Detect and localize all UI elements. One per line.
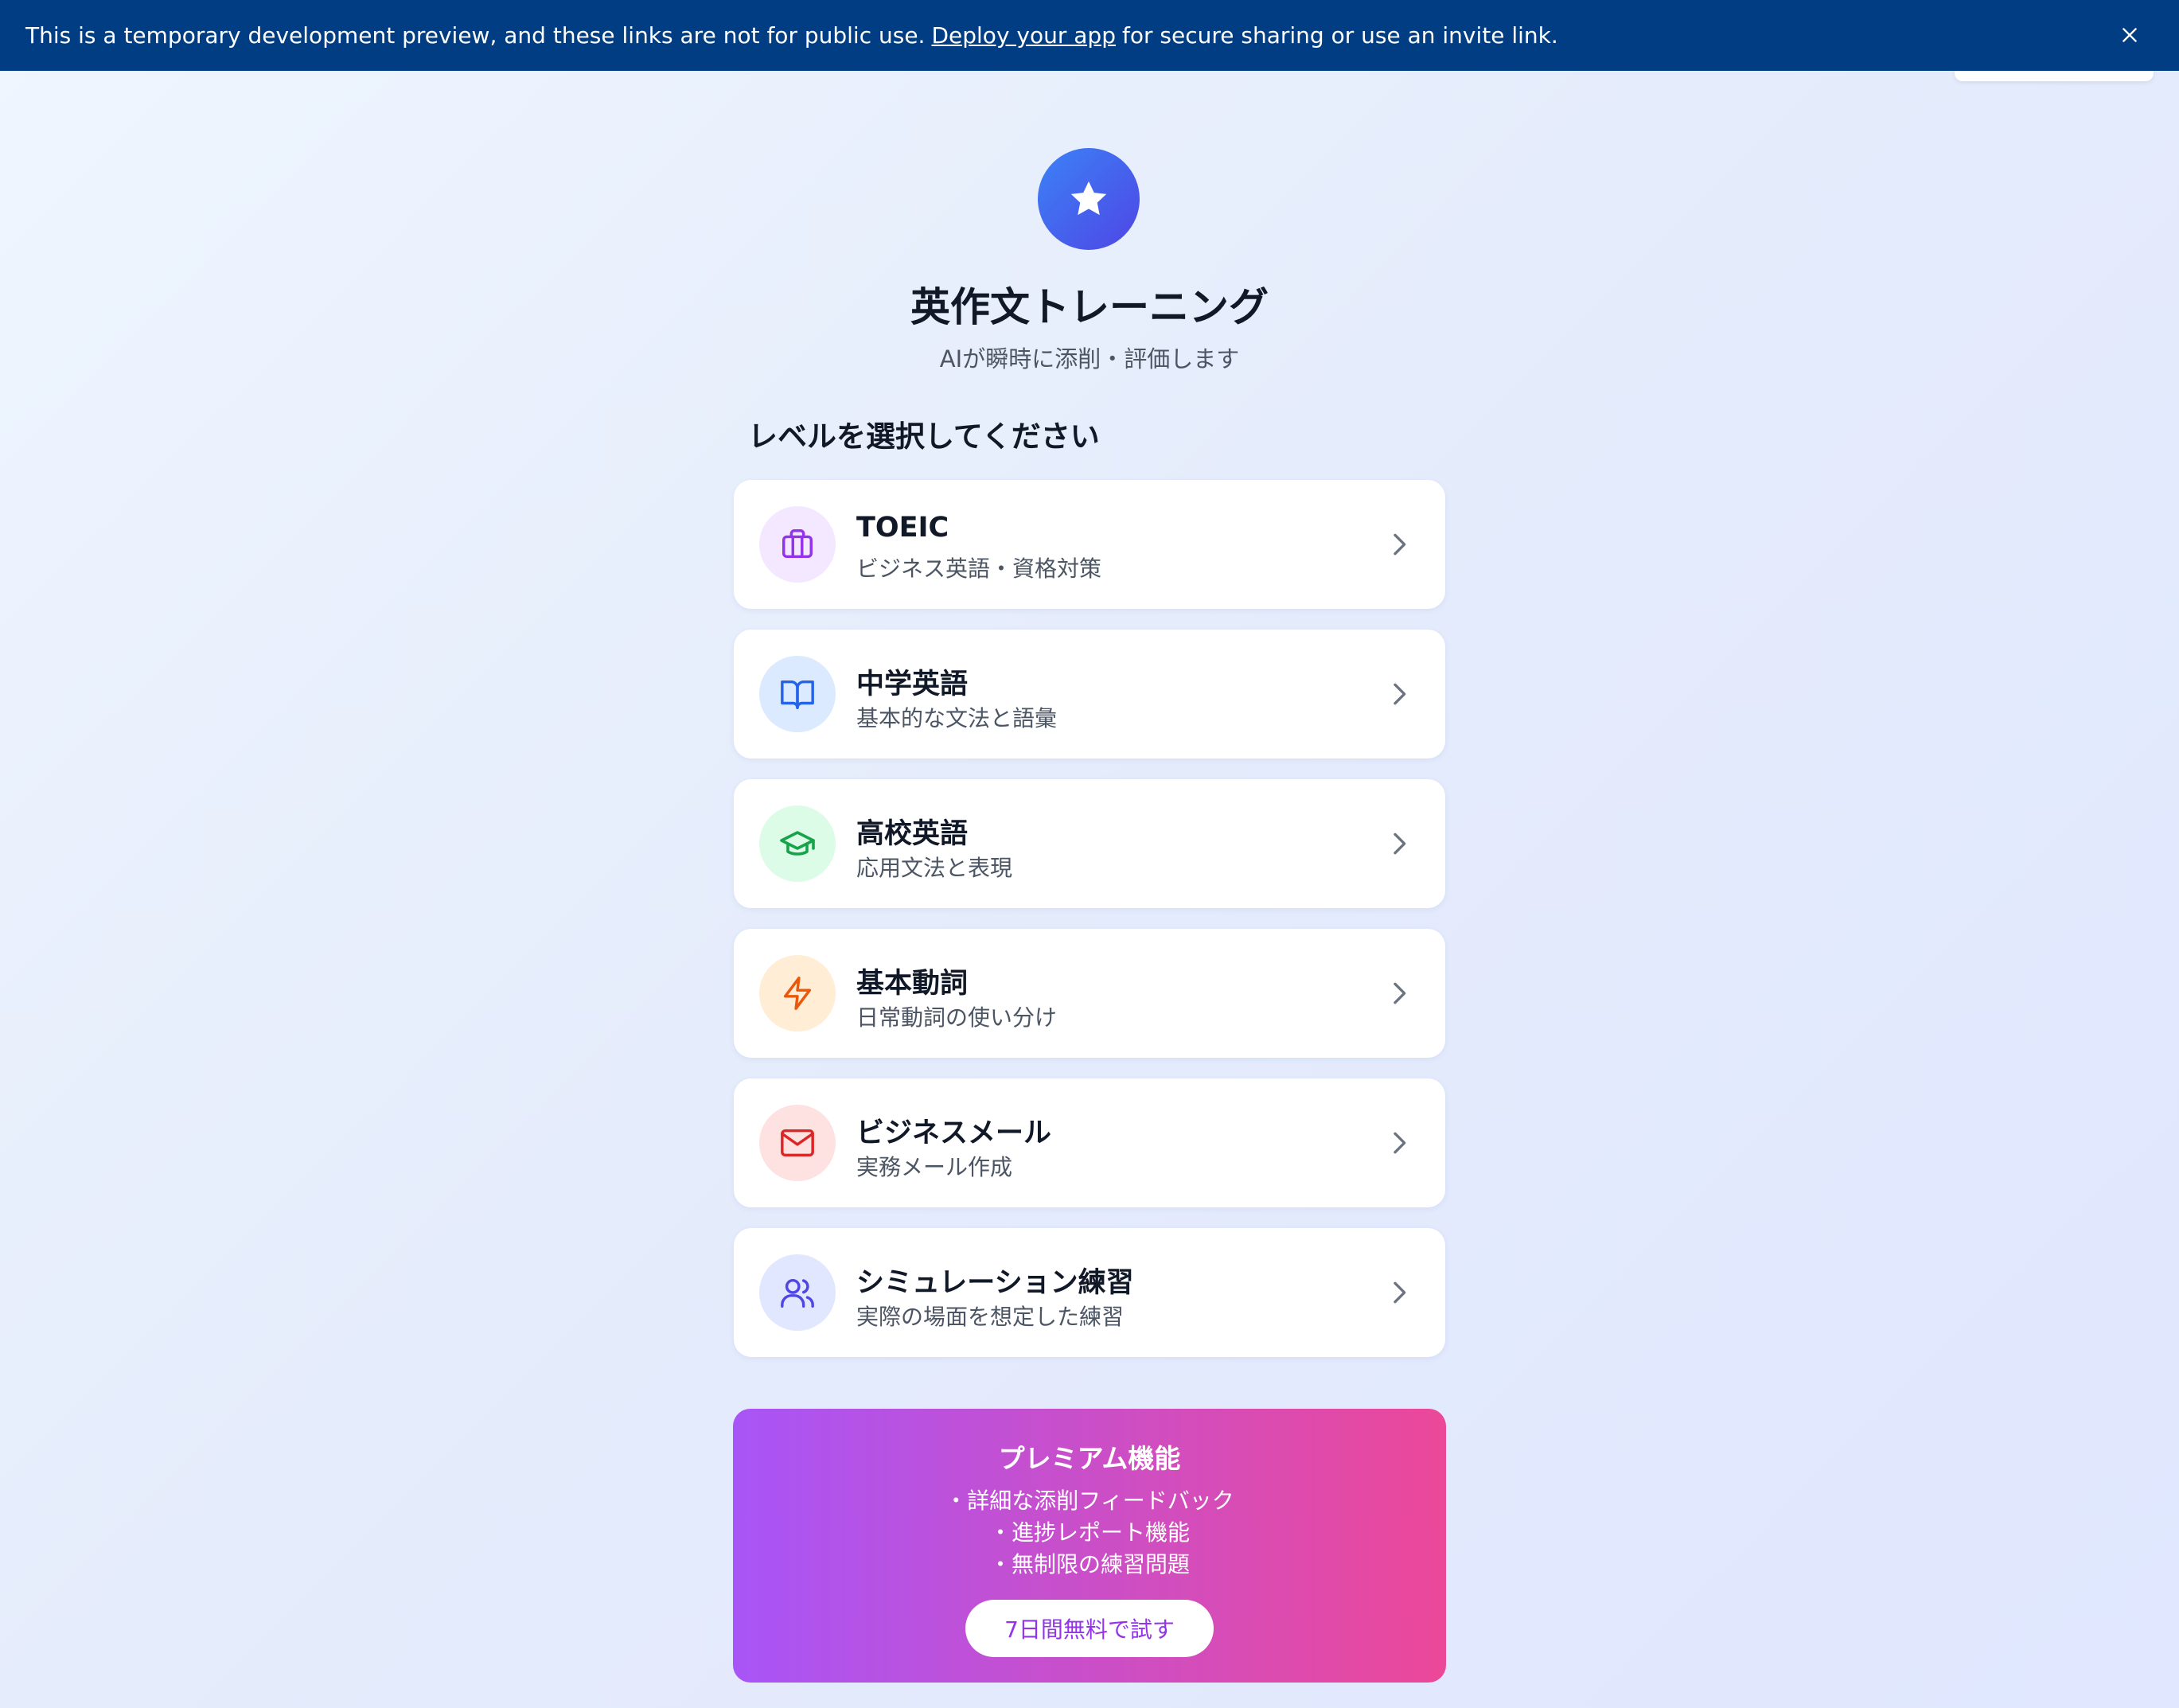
premium-feature-list: 詳細な添削フィードバック 進捗レポート機能 無制限の練習問題 bbox=[733, 1485, 1446, 1581]
briefcase-icon bbox=[759, 506, 836, 583]
level-card-business-email[interactable]: ビジネスメール 実務メール作成 bbox=[734, 1078, 1445, 1207]
level-description: ビジネス英語・資格対策 bbox=[856, 556, 1102, 582]
level-description: 実際の場面を想定した練習 bbox=[856, 1304, 1125, 1330]
chevron-right-icon bbox=[1394, 1281, 1406, 1304]
premium-title: プレミアム機能 bbox=[998, 1443, 1181, 1474]
level-card-simulation[interactable]: シミュレーション練習 実際の場面を想定した練習 bbox=[734, 1228, 1445, 1357]
deploy-app-link[interactable]: Deploy your app bbox=[931, 22, 1116, 49]
level-card-basic-verbs[interactable]: 基本動詞 日常動詞の使い分け bbox=[734, 929, 1445, 1058]
level-title: ビジネスメール bbox=[856, 1117, 1052, 1149]
level-title: TOEIC bbox=[856, 512, 949, 544]
close-icon[interactable] bbox=[2112, 18, 2147, 53]
level-description: 応用文法と表現 bbox=[856, 855, 1013, 881]
premium-panel: プレミアム機能 詳細な添削フィードバック 進捗レポート機能 無制限の練習問題 7… bbox=[733, 1409, 1446, 1683]
level-title: 基本動詞 bbox=[856, 968, 969, 1000]
mail-icon bbox=[759, 1105, 836, 1181]
level-description: 実務メール作成 bbox=[856, 1154, 1013, 1180]
users-icon bbox=[759, 1254, 836, 1331]
zap-icon bbox=[759, 955, 836, 1031]
page-title: 英作文トレーニング bbox=[910, 284, 1269, 330]
banner-text-after: for secure sharing or use an invite link… bbox=[1121, 22, 1558, 49]
level-card-junior-high[interactable]: 中学英語 基本的な文法と語彙 bbox=[734, 630, 1445, 758]
level-card-high-school[interactable]: 高校英語 応用文法と表現 bbox=[734, 779, 1445, 908]
chevron-right-icon bbox=[1394, 982, 1406, 1004]
dev-preview-banner: This is a temporary development preview,… bbox=[0, 0, 2179, 71]
star-icon bbox=[1038, 148, 1140, 250]
chevron-right-icon bbox=[1394, 833, 1406, 855]
level-section-heading: レベルを選択してください bbox=[748, 419, 1100, 454]
level-title: 高校英語 bbox=[856, 818, 969, 850]
graduation-cap-icon bbox=[759, 805, 836, 882]
premium-feature: 無制限の練習問題 bbox=[733, 1549, 1446, 1581]
level-description: 基本的な文法と語彙 bbox=[856, 705, 1058, 731]
chevron-right-icon bbox=[1394, 683, 1406, 705]
banner-text: This is a temporary development preview,… bbox=[25, 22, 926, 49]
level-title: 中学英語 bbox=[856, 669, 969, 700]
level-card-toeic[interactable]: TOEIC ビジネス英語・資格対策 bbox=[734, 480, 1445, 609]
chevron-right-icon bbox=[1394, 533, 1406, 556]
level-title: シミュレーション練習 bbox=[856, 1267, 1134, 1299]
book-open-icon bbox=[759, 656, 836, 732]
free-trial-button[interactable]: 7日間無料で試す bbox=[965, 1600, 1214, 1657]
premium-feature: 進捗レポート機能 bbox=[733, 1517, 1446, 1549]
page-subtitle: AIが瞬時に添削・評価します bbox=[939, 345, 1240, 372]
premium-feature: 詳細な添削フィードバック bbox=[733, 1485, 1446, 1517]
level-description: 日常動詞の使い分け bbox=[856, 1004, 1058, 1031]
chevron-right-icon bbox=[1394, 1132, 1406, 1154]
